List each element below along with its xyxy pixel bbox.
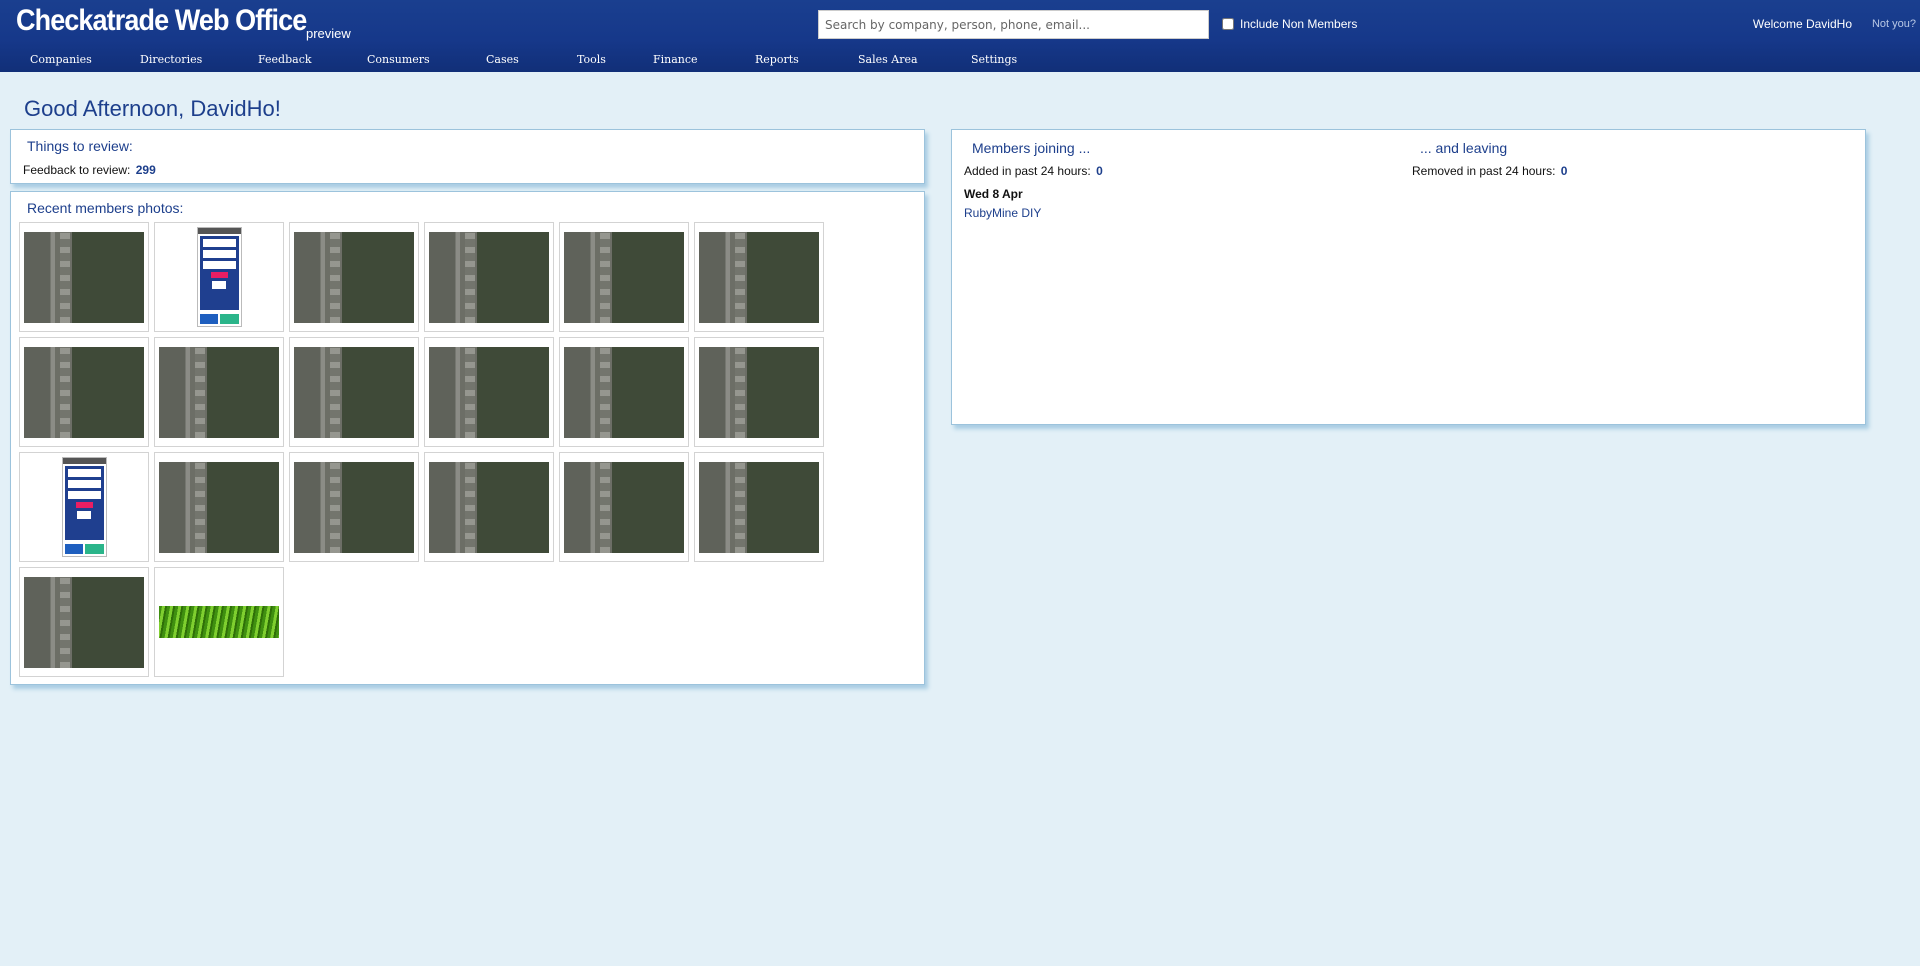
members-panel: Members joining ... Added in past 24 hou… [951, 129, 1866, 425]
main-nav: Companies Directories Feedback Consumers… [0, 50, 1920, 72]
nav-companies[interactable]: Companies [30, 50, 140, 72]
photo-thumbnail[interactable] [559, 452, 689, 562]
road-photo-image [24, 576, 144, 668]
road-photo-image [294, 346, 414, 438]
photo-thumbnail[interactable] [694, 222, 824, 332]
road-photo-image [429, 461, 549, 553]
join-date: Wed 8 Apr [964, 187, 1023, 201]
feedback-count-link[interactable]: 299 [136, 163, 156, 177]
photo-thumbnail[interactable] [424, 452, 554, 562]
removed-line: Removed in past 24 hours: 0 [1412, 164, 1567, 178]
recent-photos-panel: Recent members photos: [10, 191, 925, 685]
photo-thumbnail[interactable] [559, 337, 689, 447]
phone-screenshot-image [61, 457, 107, 557]
company-link[interactable]: RubyMine DIY [964, 206, 1103, 220]
review-title: Things to review: [27, 138, 133, 154]
things-to-review-panel: Things to review: Feedback to review: 29… [10, 129, 925, 184]
road-photo-image [294, 231, 414, 323]
added-label: Added in past 24 hours: [964, 164, 1091, 178]
road-photo-image [159, 346, 279, 438]
not-you-link[interactable]: Not you? [1872, 18, 1916, 30]
leaving-title: ... and leaving [1420, 140, 1508, 156]
page-greeting: Good Afternoon, DavidHo! [24, 96, 281, 121]
search-input[interactable] [818, 10, 1209, 39]
photos-title: Recent members photos: [27, 200, 184, 216]
photo-grid [19, 222, 839, 682]
road-photo-image [24, 231, 144, 323]
include-non-members-checkbox[interactable] [1222, 18, 1234, 30]
photo-thumbnail[interactable] [424, 222, 554, 332]
photo-thumbnail[interactable] [19, 337, 149, 447]
nav-tools[interactable]: Tools [577, 50, 653, 72]
photo-thumbnail[interactable] [19, 452, 149, 562]
preview-label: preview [306, 26, 351, 41]
feedback-to-review: Feedback to review: 299 [23, 163, 156, 177]
added-count: 0 [1096, 164, 1103, 178]
photo-thumbnail[interactable] [424, 337, 554, 447]
nav-settings[interactable]: Settings [971, 50, 1051, 72]
photo-thumbnail[interactable] [289, 452, 419, 562]
photo-thumbnail[interactable] [154, 337, 284, 447]
road-photo-image [24, 346, 144, 438]
road-photo-image [699, 231, 819, 323]
removed-count: 0 [1560, 164, 1568, 178]
nav-feedback[interactable]: Feedback [258, 50, 367, 72]
photo-thumbnail[interactable] [19, 222, 149, 332]
welcome-text: Welcome DavidHo [1752, 17, 1852, 31]
feedback-label: Feedback to review: [23, 163, 131, 177]
phone-screenshot-image [196, 227, 242, 327]
road-photo-image [429, 231, 549, 323]
photo-thumbnail[interactable] [289, 337, 419, 447]
photo-thumbnail[interactable] [694, 337, 824, 447]
nav-sales-area[interactable]: Sales Area [858, 50, 971, 72]
app-logo[interactable]: Checkatrade Web Office [16, 4, 307, 38]
photo-thumbnail[interactable] [19, 567, 149, 677]
nav-consumers[interactable]: Consumers [367, 50, 486, 72]
photo-thumbnail[interactable] [154, 222, 284, 332]
include-non-members[interactable]: Include Non Members [1222, 17, 1357, 31]
nav-reports[interactable]: Reports [755, 50, 858, 72]
road-photo-image [699, 461, 819, 553]
road-photo-image [294, 461, 414, 553]
header-bar: Checkatrade Web Office preview Include N… [0, 0, 1920, 72]
nav-finance[interactable]: Finance [653, 50, 755, 72]
road-photo-image [699, 346, 819, 438]
grass-image [159, 606, 279, 638]
road-photo-image [159, 461, 279, 553]
members-joining: Members joining ... Added in past 24 hou… [964, 140, 1103, 220]
photo-thumbnail[interactable] [559, 222, 689, 332]
photo-thumbnail[interactable] [694, 452, 824, 562]
include-non-members-label: Include Non Members [1240, 17, 1358, 31]
road-photo-image [564, 346, 684, 438]
nav-directories[interactable]: Directories [140, 50, 258, 72]
photo-thumbnail[interactable] [289, 222, 419, 332]
nav-cases[interactable]: Cases [486, 50, 577, 72]
added-line: Added in past 24 hours: 0 [964, 164, 1103, 178]
road-photo-image [564, 231, 684, 323]
road-photo-image [429, 346, 549, 438]
removed-label: Removed in past 24 hours: [1412, 164, 1556, 178]
members-leaving: ... and leaving Removed in past 24 hours… [1412, 140, 1567, 178]
photo-thumbnail[interactable] [154, 452, 284, 562]
road-photo-image [564, 461, 684, 553]
joining-title: Members joining ... [972, 140, 1091, 156]
photo-thumbnail[interactable] [154, 567, 284, 677]
